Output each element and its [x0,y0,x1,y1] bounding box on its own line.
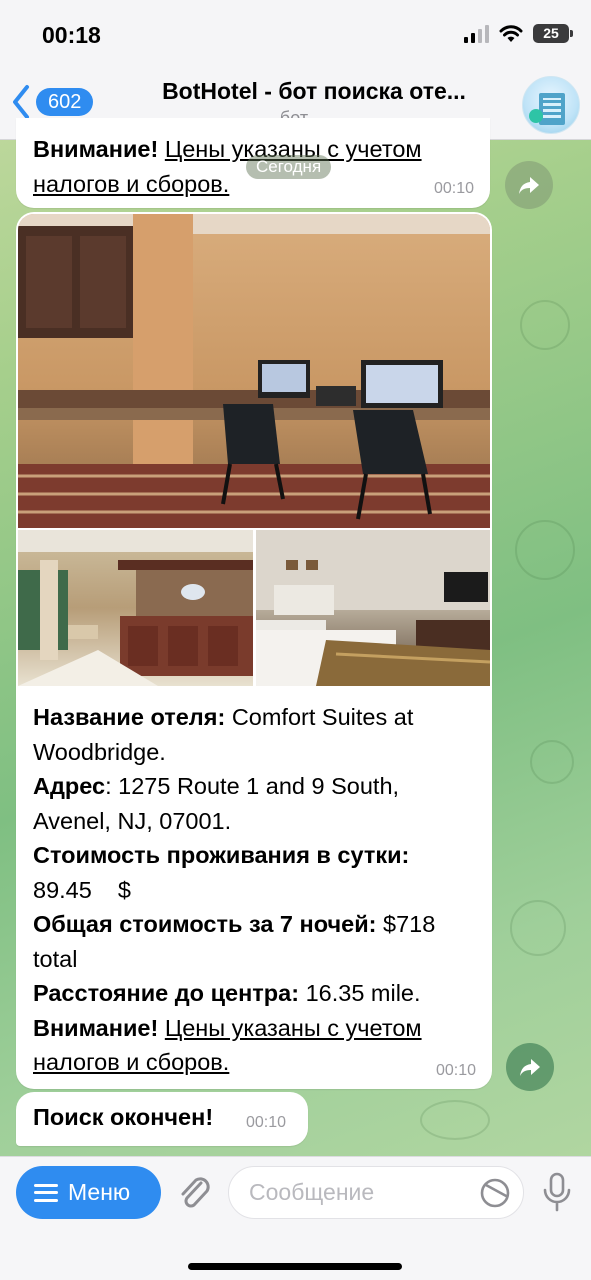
microphone-icon[interactable] [540,1171,574,1213]
wallpaper-doodle [515,520,575,580]
wallpaper-doodle [530,740,574,784]
search-finished-message[interactable]: Поиск окончен! 00:10 [16,1092,308,1146]
status-time: 00:18 [42,22,101,48]
menu-button[interactable]: Меню [16,1166,161,1219]
status-bar: 00:18 25 [0,0,591,70]
hotel-distance-line: Расстояние до центра: 16.35 mile. [33,976,479,1011]
warning-label: Внимание! [33,1014,159,1041]
hotel-message-bubble[interactable]: Название отеля: Comfort Suites at Woodbr… [16,212,492,1089]
hotel-price-value: 89.45 $ [33,876,131,903]
cellular-signal-icon [464,24,489,43]
chevron-left-icon [13,85,29,119]
hotel-building-icon [539,93,565,125]
hotel-name-line: Название отеля: Comfort Suites at Woodbr… [33,700,479,769]
hotel-info-text: Название отеля: Comfort Suites at Woodbr… [33,700,479,1080]
lobby-reception-photo[interactable] [18,530,253,686]
message-time: 00:10 [435,1062,476,1079]
lobby-illustration [18,530,253,686]
hotel-distance-label: Расстояние до центра: [33,980,300,1006]
hotel-price-label: Стоимость проживания в сутки: [33,842,410,868]
business-center-photo[interactable] [18,214,490,528]
menu-label: Меню [68,1179,131,1205]
date-pill: Сегодня [246,155,332,179]
share-button[interactable] [505,161,553,209]
share-arrow-icon [519,177,539,194]
battery-icon: 25 [533,24,573,43]
sticker-icon[interactable] [478,1177,512,1209]
hotel-total-label: Общая стоимость за 7 ночей: [33,911,377,937]
robot-icon [529,109,543,123]
business-center-illustration [18,214,490,528]
menu-icon [34,1183,58,1202]
home-indicator [188,1263,402,1270]
message-time: 00:10 [246,1114,287,1131]
hotel-address-line: Адрес: 1275 Route 1 and 9 South, Avenel,… [33,769,479,838]
hotel-price-line: Стоимость проживания в сутки: 89.45 $ [33,838,479,907]
hotel-warning-line: Внимание! Цены указаны с учетом налогов … [33,1011,479,1080]
wallpaper-doodle [520,300,570,350]
guest-room-photo[interactable] [256,530,490,686]
share-button[interactable] [506,1043,554,1091]
chat-title[interactable]: BotHotel - бот поиска оте... [124,78,504,105]
share-arrow-icon [520,1059,540,1076]
input-bar: Меню [0,1156,591,1280]
hotel-name-label: Название отеля: [33,704,226,730]
wifi-icon [499,24,523,42]
wallpaper-doodle [510,900,566,956]
bot-avatar[interactable] [522,76,580,134]
search-finished-text: Поиск окончен! [33,1104,214,1130]
hotel-distance-value: 16.35 mile. [299,980,421,1006]
hotel-total-line: Общая стоимость за 7 ночей: $718 total [33,907,479,976]
unread-count-badge: 602 [36,88,94,116]
guest-room-illustration [256,530,490,686]
paperclip-icon[interactable] [175,1171,213,1211]
message-time: 00:10 [433,180,474,197]
warning-label: Внимание! [33,136,159,162]
hotel-address-label: Адрес [33,773,106,799]
wallpaper-doodle [420,1100,490,1140]
status-icons: 25 [464,24,573,43]
back-button[interactable]: 602 [10,84,94,120]
